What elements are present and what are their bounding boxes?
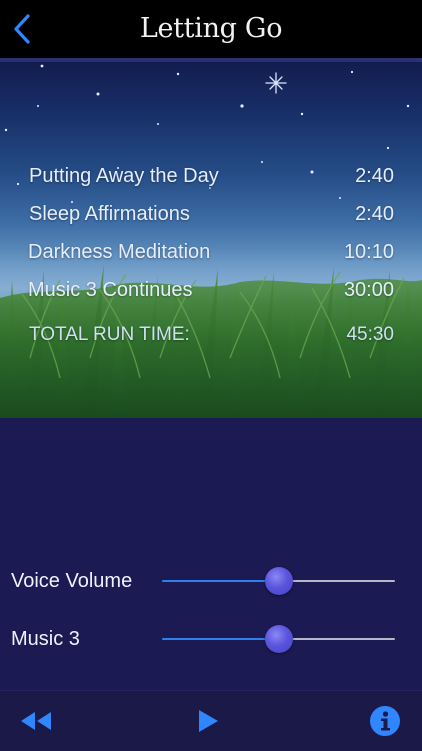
- voice-volume-label: Voice Volume: [11, 570, 133, 592]
- list-item[interactable]: Putting Away the Day 2:40: [0, 160, 422, 192]
- total-run-time-label: TOTAL RUN TIME:: [29, 324, 190, 345]
- list-item[interactable]: Darkness Meditation 10:10: [0, 236, 422, 268]
- slider-track-empty: [279, 580, 395, 582]
- rewind-icon[interactable]: [19, 710, 53, 732]
- voice-volume-slider[interactable]: [162, 561, 395, 601]
- slider-track-empty: [279, 638, 395, 640]
- play-icon[interactable]: [196, 708, 220, 734]
- slider-track-filled: [162, 580, 279, 582]
- info-button[interactable]: [367, 703, 403, 739]
- track-duration: 10:10: [343, 241, 394, 263]
- info-icon[interactable]: [369, 705, 401, 737]
- voice-volume-control: Voice Volume: [0, 561, 422, 601]
- music-volume-label: Music 3: [11, 628, 80, 650]
- track-duration: 30:00: [343, 279, 394, 301]
- track-title: Darkness Meditation: [28, 241, 211, 263]
- list-item[interactable]: Music 3 Continues 30:00: [0, 274, 422, 306]
- slider-thumb[interactable]: [265, 567, 293, 595]
- slider-track-filled: [162, 638, 279, 640]
- track-title: Putting Away the Day: [29, 165, 219, 187]
- playback-toolbar: [0, 690, 422, 751]
- music-volume-control: Music 3: [0, 619, 422, 659]
- music-volume-slider[interactable]: [162, 619, 395, 659]
- navigation-bar: Letting Go: [0, 0, 422, 58]
- slider-thumb[interactable]: [265, 625, 293, 653]
- play-button[interactable]: [190, 703, 226, 739]
- track-title: Music 3 Continues: [28, 279, 193, 301]
- total-run-time-value: 45:30: [346, 324, 394, 345]
- rewind-button[interactable]: [18, 703, 54, 739]
- list-item[interactable]: Sleep Affirmations 2:40: [0, 198, 422, 230]
- page-title: Letting Go: [139, 13, 283, 44]
- track-title: Sleep Affirmations: [29, 203, 190, 225]
- track-duration: 2:40: [355, 165, 394, 187]
- track-duration: 2:40: [355, 203, 394, 225]
